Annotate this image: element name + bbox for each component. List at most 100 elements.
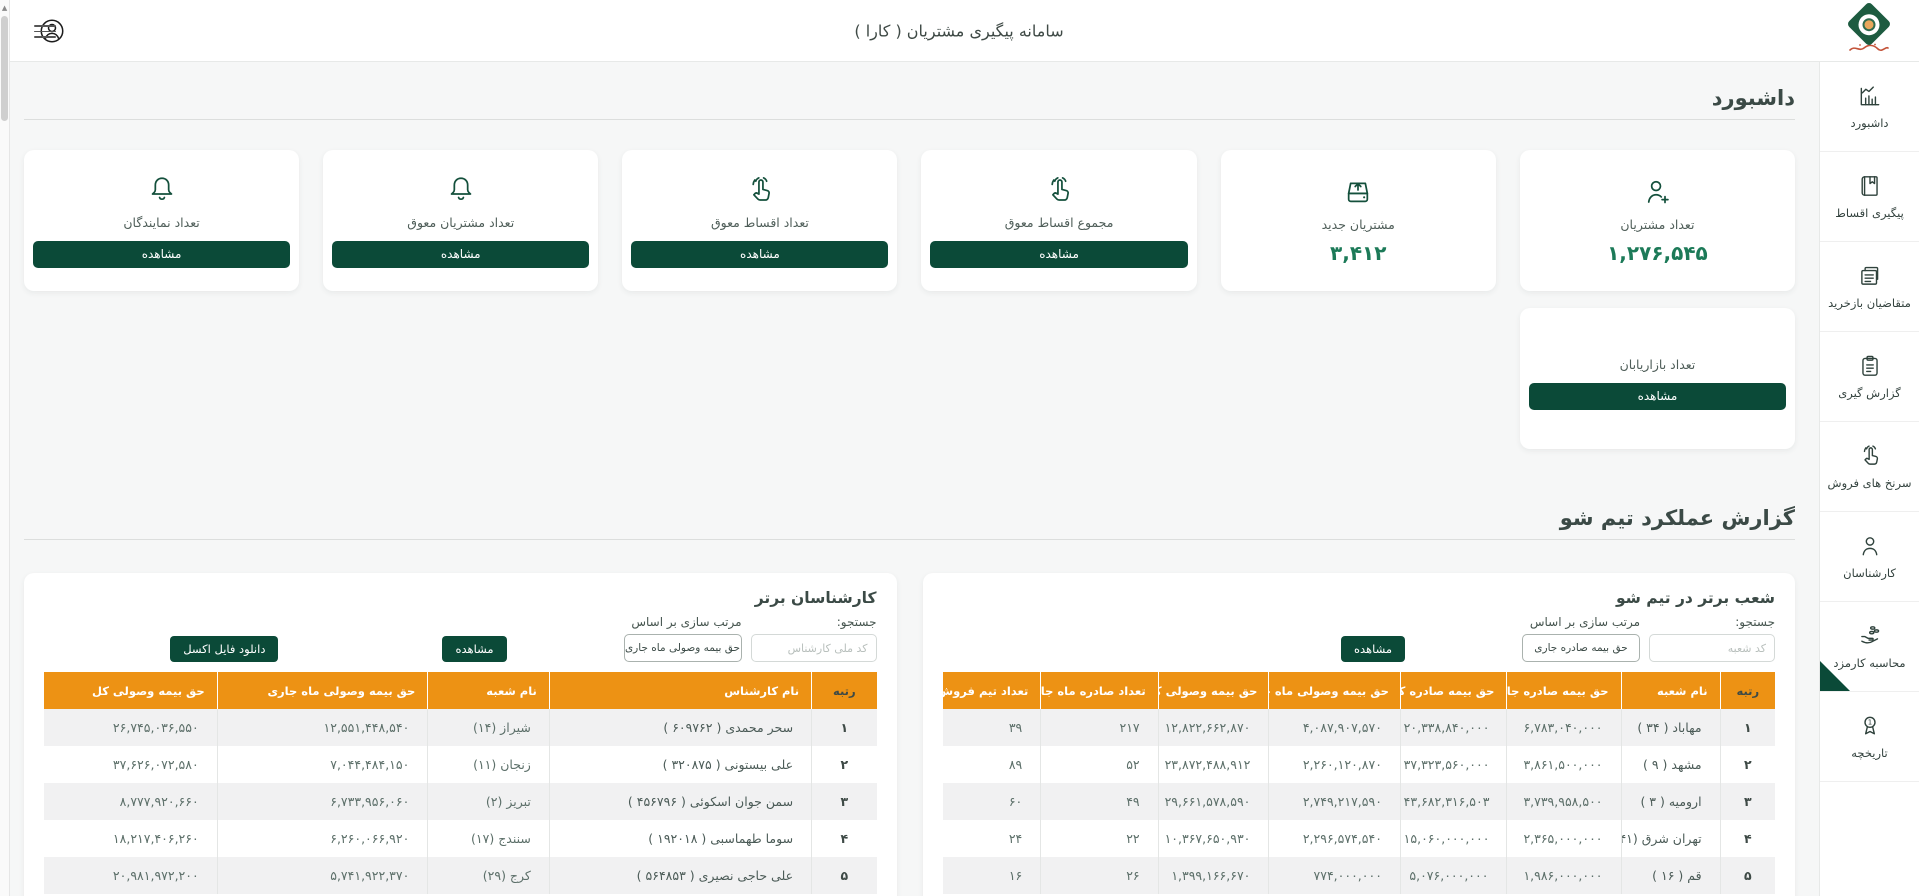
experts-card: کارشناسان برتر جستجو: مرتب سازی بر اساس …: [24, 573, 897, 896]
branches-table: رتبهنام شعبهحق بیمه صادره جاریحق بیمه صا…: [943, 672, 1776, 894]
sidebar-item-label: تاریخچه: [1851, 746, 1887, 760]
table-row: ۱مهاباد ( ۳۴ )۶,۷۸۳,۰۴۰,۰۰۰۲۰,۳۳۸,۸۴۰,۰۰…: [943, 709, 1776, 746]
sidebar-item-label: محاسبه کارمزد: [1833, 656, 1905, 670]
view-button[interactable]: مشاهده: [631, 241, 888, 268]
marketers-row: تعداد بازاریابان مشاهده: [24, 308, 1795, 449]
table-cell: ۶,۷۳۳,۹۵۶,۰۶۰: [217, 783, 428, 820]
table-cell: ارومیه ( ۳ ): [1621, 783, 1720, 820]
section-title-dashboard: داشبورد: [24, 86, 1795, 110]
menu-icon[interactable]: [34, 25, 56, 38]
top-bar: سامانه پیگیری مشتریان ( کارا ): [0, 0, 1819, 62]
table-cell: مشهد ( ۹ ): [1621, 746, 1720, 783]
table-row: ۳ارومیه ( ۳ )۳,۷۳۹,۹۵۸,۵۰۰۴۳,۶۸۲,۳۱۶,۵۰۳…: [943, 783, 1776, 820]
sort-label: مرتب سازی بر اساس: [1522, 615, 1640, 629]
branches-card: شعب برتر در تیم شو جستجو: مرتب سازی بر ا…: [923, 573, 1796, 896]
sidebar-nav: داشبوردپیگیری اقساطمتقاضیان بازخریدگزارش…: [1819, 62, 1919, 896]
experts-filters: جستجو: مرتب سازی بر اساس حق بیمه وصولی م…: [44, 615, 877, 662]
view-button[interactable]: مشاهده: [930, 241, 1187, 268]
section-title-performance: گزارش عملکرد تیم شو: [24, 506, 1795, 530]
table-row: ۳سمن جوان اسکوئی ( ۴۵۶۷۹۶ )تبریز (۲)۶,۷۳…: [44, 783, 877, 820]
tap-icon: [1857, 443, 1883, 469]
column-header: حق بیمه وصولی کل: [44, 672, 217, 709]
table-cell: ۱۲,۵۵۱,۴۴۸,۵۴۰: [217, 709, 428, 746]
table-row: ۲علی بیستونی ( ۳۲۰۸۷۵ )زنجان (۱۱)۷,۰۴۴,۴…: [44, 746, 877, 783]
expert-code-input[interactable]: [751, 634, 877, 662]
branches-sort-select[interactable]: حق بیمه صادره جاری: [1522, 634, 1640, 662]
excel-download-button[interactable]: دانلود فایل اکسل: [170, 636, 278, 662]
table-cell: ۲۰,۹۸۱,۹۷۲,۲۰۰: [44, 857, 217, 894]
view-button[interactable]: مشاهده: [33, 241, 290, 268]
card-customers-count: تعداد مشتریان۱,۲۷۶,۵۴۵: [1520, 150, 1795, 291]
main-area: سامانه پیگیری مشتریان ( کارا ) داشبورد ت…: [0, 0, 1819, 896]
table-cell: ۲۶: [1041, 857, 1158, 894]
table-cell: ۱: [1720, 709, 1775, 746]
branches-filters: جستجو: مرتب سازی بر اساس حق بیمه صادره ج…: [943, 615, 1776, 662]
sidebar-item-reporting[interactable]: گزارش گیری: [1820, 332, 1919, 422]
table-cell: ۳,۷۳۹,۹۵۸,۵۰۰: [1507, 783, 1621, 820]
table-cell: ۵۲: [1041, 746, 1158, 783]
column-header: نام شعبه: [1621, 672, 1720, 709]
table-row: ۴تهران شرق (۴۱ )۲,۳۶۵,۰۰۰,۰۰۰۱۵,۰۶۰,۰۰۰,…: [943, 820, 1776, 857]
table-row: ۴سوما طهماسبی ( ۱۹۲۰۱۸ )سنندج (۱۷)۶,۲۶۰,…: [44, 820, 877, 857]
table-cell: علی حاجی نصیری ( ۵۶۴۸۵۳ ): [549, 857, 811, 894]
clipboard-icon: [1857, 353, 1883, 379]
card-agents-count: تعداد نمایندگان مشاهده: [24, 150, 299, 291]
divider: [24, 539, 1795, 540]
table-cell: ۶۰: [943, 783, 1041, 820]
table-cell: ۳: [1720, 783, 1775, 820]
person-icon: [1857, 533, 1883, 559]
table-cell: ۳۷,۳۲۳,۵۶۰,۰۰۰: [1400, 746, 1507, 783]
sidebar-item-history[interactable]: 1 تاریخچه: [1820, 692, 1919, 782]
table-cell: ۴: [1720, 820, 1775, 857]
table-cell: قم ( ۱۶ ): [1621, 857, 1720, 894]
sidebar-item-installments[interactable]: پیگیری اقساط: [1820, 152, 1919, 242]
experts-sort-field: مرتب سازی بر اساس حق بیمه وصولی ماه جاری: [624, 615, 742, 662]
table-cell: ۵,۰۷۶,۰۰۰,۰۰۰: [1400, 857, 1507, 894]
scrollbar-thumb[interactable]: [1, 16, 8, 121]
search-label: جستجو:: [1649, 615, 1775, 629]
column-header: تعداد صادره ماه جاری: [1041, 672, 1158, 709]
sidebar-item-dashboard[interactable]: داشبورد: [1820, 62, 1919, 152]
table-cell: ۱: [812, 709, 877, 746]
card-overdue-customers: تعداد مشتریان معوقمشاهده: [323, 150, 598, 291]
column-header: تعداد تیم فروش: [943, 672, 1041, 709]
table-cell: ۴۹: [1041, 783, 1158, 820]
table-cell: ۶,۲۶۰,۰۶۶,۹۲۰: [217, 820, 428, 857]
table-cell: ۲,۲۹۶,۵۷۴,۵۴۰: [1269, 820, 1401, 857]
sidebar-item-leads[interactable]: سرنخ های فروش: [1820, 422, 1919, 512]
column-header: نام کارشناس: [549, 672, 811, 709]
card-new-customers: مشتریان جدید۳,۴۱۲: [1221, 150, 1496, 291]
stat-cards-row: تعداد مشتریان۱,۲۷۶,۵۴۵مشتریان جدید۳,۴۱۲ م…: [24, 150, 1795, 291]
table-cell: ۲: [812, 746, 877, 783]
sidebar-item-repurchase[interactable]: متقاضیان بازخرید: [1820, 242, 1919, 332]
tap-icon: [1043, 174, 1075, 206]
view-button[interactable]: مشاهده: [1529, 383, 1786, 410]
book-icon: [1857, 173, 1883, 199]
sidebar-item-commission[interactable]: محاسبه کارمزد: [1820, 602, 1919, 692]
experts-sort-select[interactable]: حق بیمه وصولی ماه جاری: [624, 634, 742, 662]
card-label: تعداد نمایندگان: [123, 215, 199, 230]
table-cell: ۲۴: [943, 820, 1041, 857]
table-cell: ۱۲,۸۲۲,۶۶۲,۸۷۰: [1158, 709, 1269, 746]
chart-icon: [1857, 83, 1883, 109]
branches-view-button[interactable]: مشاهده: [1341, 636, 1405, 662]
table-row: ۲مشهد ( ۹ )۳,۸۶۱,۵۰۰,۰۰۰۳۷,۳۲۳,۵۶۰,۰۰۰۲,…: [943, 746, 1776, 783]
tables-row: شعب برتر در تیم شو جستجو: مرتب سازی بر ا…: [24, 573, 1795, 896]
column-header: حق بیمه وصولی ماه جاری: [217, 672, 428, 709]
table-row: ۵علی حاجی نصیری ( ۵۶۴۸۵۳ )کرج (۲۹)۵,۷۴۱,…: [44, 857, 877, 894]
view-button[interactable]: مشاهده: [332, 241, 589, 268]
experts-view-button[interactable]: مشاهده: [442, 636, 506, 662]
medal-icon: 1: [1857, 713, 1883, 739]
scrollbar-up-icon[interactable]: ▲: [0, 0, 9, 15]
sidebar-item-experts[interactable]: کارشناسان: [1820, 512, 1919, 602]
page-scrollbar[interactable]: ▲: [0, 0, 10, 896]
experts-search-field: جستجو:: [751, 615, 877, 662]
experts-table: رتبهنام کارشناسنام شعبهحق بیمه وصولی ماه…: [44, 672, 877, 894]
table-header-row: رتبهنام کارشناسنام شعبهحق بیمه وصولی ماه…: [44, 672, 877, 709]
branches-search-field: جستجو:: [1649, 615, 1775, 662]
table-cell: ۱,۳۹۹,۱۶۶,۶۷۰: [1158, 857, 1269, 894]
card-label: مجموع اقساط معوق: [1005, 215, 1114, 230]
table-cell: ۶,۷۸۳,۰۴۰,۰۰۰: [1507, 709, 1621, 746]
branch-code-input[interactable]: [1649, 634, 1775, 662]
bell-icon: [445, 174, 477, 206]
